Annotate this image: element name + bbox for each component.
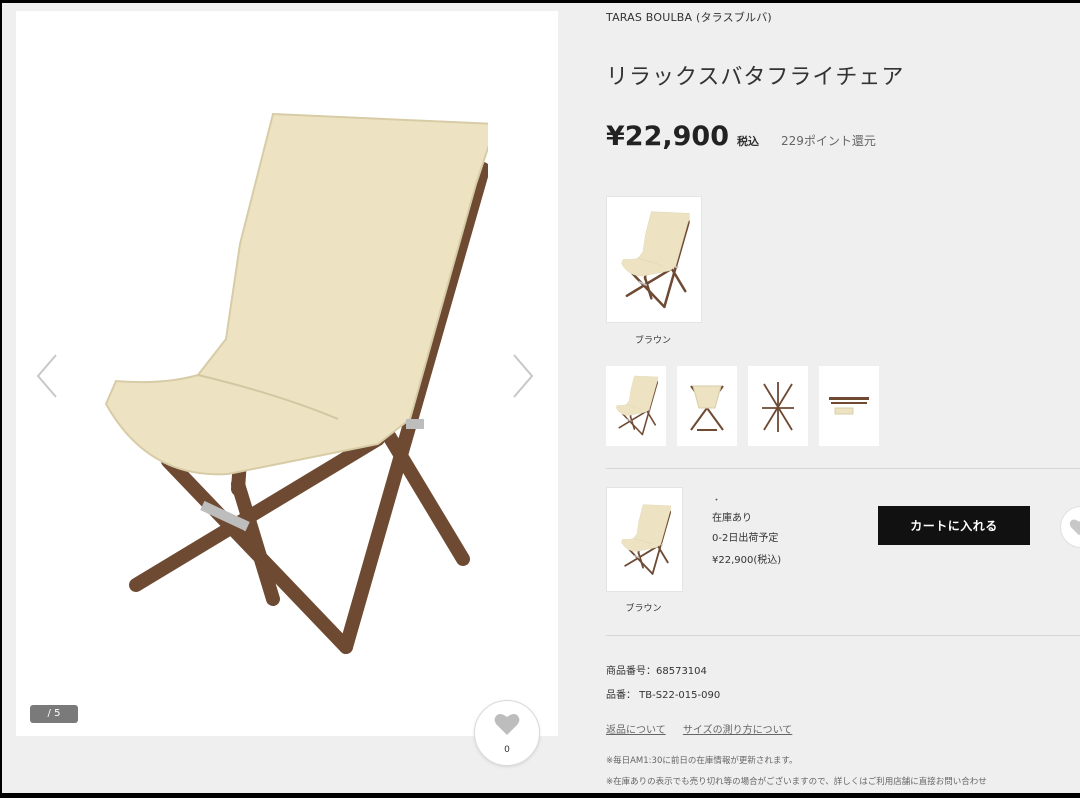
stock-update-note: ※毎日AM1:30に前日の在庫情報が更新されます。 — [606, 756, 798, 766]
chevron-right-icon[interactable] — [510, 351, 536, 401]
thumbnail-1[interactable] — [606, 366, 666, 446]
stock-status: 在庫あり — [712, 513, 752, 524]
thumbnail-4[interactable] — [819, 366, 879, 446]
heart-icon — [494, 713, 520, 735]
stock-favorite-button[interactable] — [1060, 506, 1080, 548]
price: ¥22,900 — [606, 121, 729, 152]
divider — [606, 635, 1080, 636]
favorite-count: 0 — [504, 745, 510, 755]
tax-label: 税込 — [736, 135, 759, 148]
stock-color-image — [606, 487, 683, 592]
heart-icon — [1069, 519, 1080, 536]
main-product-image — [88, 99, 488, 659]
returns-link[interactable]: 返品について — [606, 725, 666, 736]
product-details: TARAS BOULBA (タラスブルバ) リラックスバタフライチェア ¥22,… — [606, 3, 1080, 793]
favorite-button[interactable]: 0 — [474, 700, 540, 766]
model-number: 品番： TB-S22-015-090 — [606, 690, 721, 701]
shipping-estimate: 0-2日出荷予定 — [712, 533, 779, 544]
size-guide-link[interactable]: サイズの測り方について — [683, 725, 792, 736]
product-gallery: / 5 — [16, 11, 558, 736]
stock-disclaimer-note: ※在庫ありの表示でも売り切れ等の場合がございますので、詳しくはご利用店舗に直接お… — [606, 777, 987, 787]
thumbnail-3[interactable] — [748, 366, 808, 446]
product-number: 商品番号：68573104 — [606, 666, 707, 677]
info-links: 返品について サイズの測り方について — [606, 721, 806, 736]
color-option-brown[interactable] — [606, 196, 702, 323]
product-title: リラックスバタフライチェア — [606, 65, 905, 90]
add-to-cart-button[interactable]: カートに入れる — [878, 506, 1030, 545]
points-label: 229ポイント還元 — [780, 134, 876, 148]
divider — [606, 468, 1080, 469]
chevron-left-icon[interactable] — [34, 351, 60, 401]
brand-name[interactable]: TARAS BOULBA (タラスブルバ) — [606, 9, 772, 25]
stock-color-label: ブラウン — [625, 604, 662, 614]
color-label: ブラウン — [634, 336, 671, 346]
stock-dot: ・ — [712, 496, 722, 506]
screen: / 5 0 TARAS BOULBA (タラスブルバ) リラックスバタフライチェ… — [2, 3, 1080, 793]
thumbnail-2[interactable] — [677, 366, 737, 446]
image-counter: / 5 — [30, 705, 78, 723]
stock-price: ¥22,900(税込) — [712, 555, 782, 566]
price-row: ¥22,900 税込 229ポイント還元 — [606, 121, 876, 152]
